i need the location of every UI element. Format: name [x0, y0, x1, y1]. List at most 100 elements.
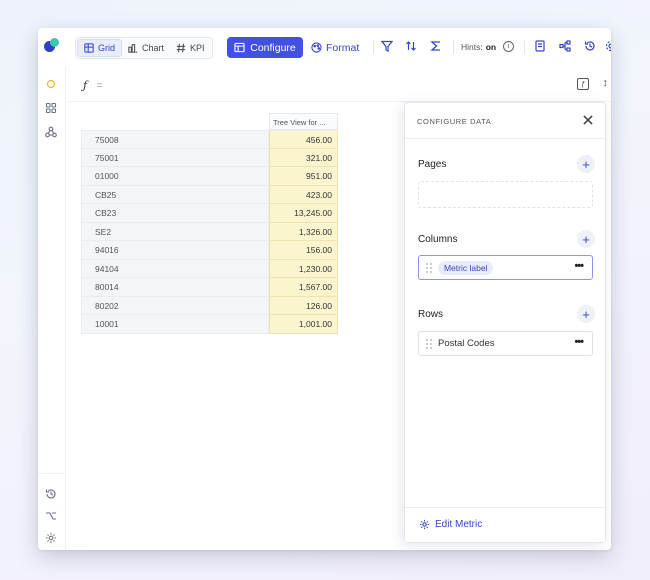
panel-header: CONFIGURE DATA — [405, 103, 605, 139]
table-row[interactable]: SE2 1,326.00 — [81, 222, 338, 241]
row-value-cell[interactable]: 456.00 — [269, 130, 338, 149]
tab-grid[interactable]: Grid — [77, 39, 123, 57]
add-row-button[interactable]: + — [577, 305, 595, 323]
toolbar-divider — [373, 40, 374, 54]
formula-button-icon[interactable]: ƒ — [577, 78, 589, 90]
filter-icon[interactable] — [380, 39, 394, 53]
column-header[interactable]: Tree View for ... — [269, 113, 338, 130]
chart-icon — [128, 44, 138, 53]
gear-icon — [419, 519, 430, 530]
row-key-cell[interactable]: 94016 — [81, 241, 269, 260]
row-value-cell[interactable]: 1,230.00 — [269, 259, 338, 278]
panel-title: CONFIGURE DATA — [417, 117, 492, 126]
configure-label: Configure — [250, 41, 296, 54]
row-key-cell[interactable]: CB23 — [81, 204, 269, 223]
edit-metric-button[interactable]: Edit Metric — [419, 519, 482, 530]
row-value-cell[interactable]: 1,001.00 — [269, 315, 338, 334]
table-row[interactable]: 75001 321.00 — [81, 148, 338, 167]
row-key-cell[interactable]: 80202 — [81, 296, 269, 315]
app-logo — [44, 38, 60, 54]
sidebar-divider — [38, 473, 65, 474]
row-key-cell[interactable]: 75008 — [81, 130, 269, 149]
table-row[interactable]: CB25 423.00 — [81, 185, 338, 204]
close-icon[interactable] — [581, 113, 595, 127]
row-value-cell[interactable]: 13,245.00 — [269, 204, 338, 223]
configure-data-panel: CONFIGURE DATA Pages + Columns + Metric … — [404, 102, 606, 543]
history-icon[interactable] — [44, 487, 58, 501]
toolbar: Grid Chart KPI Configure Format Hints: o… — [38, 28, 611, 66]
row-key-cell[interactable]: SE2 — [81, 222, 269, 241]
row-key-cell[interactable]: CB25 — [81, 185, 269, 204]
rows-label: Rows — [418, 309, 444, 320]
column-field-metric-label[interactable]: Metric label ••• — [418, 255, 593, 280]
table-row[interactable]: CB23 13,245.00 — [81, 204, 338, 223]
tab-chart[interactable]: Chart — [122, 39, 170, 57]
row-key-cell[interactable]: 75001 — [81, 148, 269, 167]
row-key-cell[interactable]: 01000 — [81, 167, 269, 186]
table-row[interactable]: 10001 1,001.00 — [81, 315, 338, 334]
table-row[interactable]: 80014 1,567.00 — [81, 278, 338, 297]
drag-handle-icon[interactable] — [426, 338, 432, 349]
table-row[interactable]: 01000 951.00 — [81, 167, 338, 186]
notes-icon[interactable] — [533, 39, 547, 53]
settings-icon[interactable] — [604, 39, 611, 53]
pages-dropzone[interactable] — [418, 181, 593, 208]
configure-button[interactable]: Configure — [227, 37, 303, 58]
network-icon[interactable] — [44, 125, 58, 139]
dashboard-dot-icon[interactable] — [44, 77, 58, 91]
toolbar-divider — [524, 40, 525, 54]
palette-icon — [311, 42, 322, 53]
more-options-icon[interactable]: ••• — [574, 261, 584, 272]
formula-equals: = — [97, 80, 103, 90]
drag-handle-icon[interactable] — [426, 262, 432, 273]
table-row[interactable]: 94016 156.00 — [81, 241, 338, 260]
function-icon: ƒ — [83, 79, 88, 92]
formula-bar[interactable]: ƒ = ƒ ↕ — [67, 66, 611, 102]
toolbar-divider — [453, 40, 454, 54]
resize-icon[interactable]: ↕ — [603, 77, 609, 89]
info-icon[interactable]: i — [503, 41, 515, 52]
apps-icon[interactable] — [44, 101, 58, 115]
row-key-cell[interactable]: 10001 — [81, 315, 269, 334]
row-key-cell[interactable]: 94104 — [81, 259, 269, 278]
branch-icon[interactable] — [44, 509, 58, 523]
table-row[interactable]: 94104 1,230.00 — [81, 259, 338, 278]
columns-label: Columns — [418, 234, 458, 245]
tab-kpi-label: KPI — [190, 43, 205, 53]
row-value-cell[interactable]: 1,567.00 — [269, 278, 338, 297]
table-icon — [234, 42, 245, 53]
row-key-cell[interactable]: 80014 — [81, 278, 269, 297]
row-value-cell[interactable]: 423.00 — [269, 185, 338, 204]
gear-icon[interactable] — [44, 531, 58, 545]
sort-icon[interactable] — [404, 39, 418, 53]
tab-kpi[interactable]: KPI — [170, 39, 211, 57]
table-row[interactable]: 80202 126.00 — [81, 296, 338, 315]
format-label: Format — [326, 41, 360, 54]
hints-value: on — [485, 41, 497, 52]
left-sidebar — [38, 66, 66, 550]
row-field-postal-codes[interactable]: Postal Codes ••• — [418, 331, 593, 356]
row-value-cell[interactable]: 126.00 — [269, 296, 338, 315]
format-button[interactable]: Format — [311, 37, 367, 58]
row-value-cell[interactable]: 156.00 — [269, 241, 338, 260]
row-value-cell[interactable]: 321.00 — [269, 148, 338, 167]
tab-chart-label: Chart — [142, 43, 165, 53]
history-icon[interactable] — [583, 39, 597, 53]
hints-label: Hints: — [461, 41, 483, 52]
view-switcher: Grid Chart KPI — [75, 37, 213, 59]
add-page-button[interactable]: + — [577, 155, 595, 173]
pages-label: Pages — [418, 159, 447, 170]
row-value-cell[interactable]: 951.00 — [269, 167, 338, 186]
more-options-icon[interactable]: ••• — [574, 337, 584, 348]
table-row[interactable]: 75008 456.00 — [81, 130, 338, 149]
grid-icon — [84, 43, 94, 53]
app-window: Grid Chart KPI Configure Format Hints: o… — [38, 28, 611, 550]
row-value-cell[interactable]: 1,326.00 — [269, 222, 338, 241]
postal-codes-label: Postal Codes — [438, 338, 495, 349]
edit-metric-label: Edit Metric — [435, 519, 483, 530]
tab-grid-label: Grid — [98, 43, 116, 53]
add-column-button[interactable]: + — [577, 230, 595, 248]
sigma-icon[interactable] — [429, 39, 443, 53]
hints-toggle[interactable]: Hints: on i — [461, 41, 515, 52]
hierarchy-icon[interactable] — [558, 39, 572, 53]
